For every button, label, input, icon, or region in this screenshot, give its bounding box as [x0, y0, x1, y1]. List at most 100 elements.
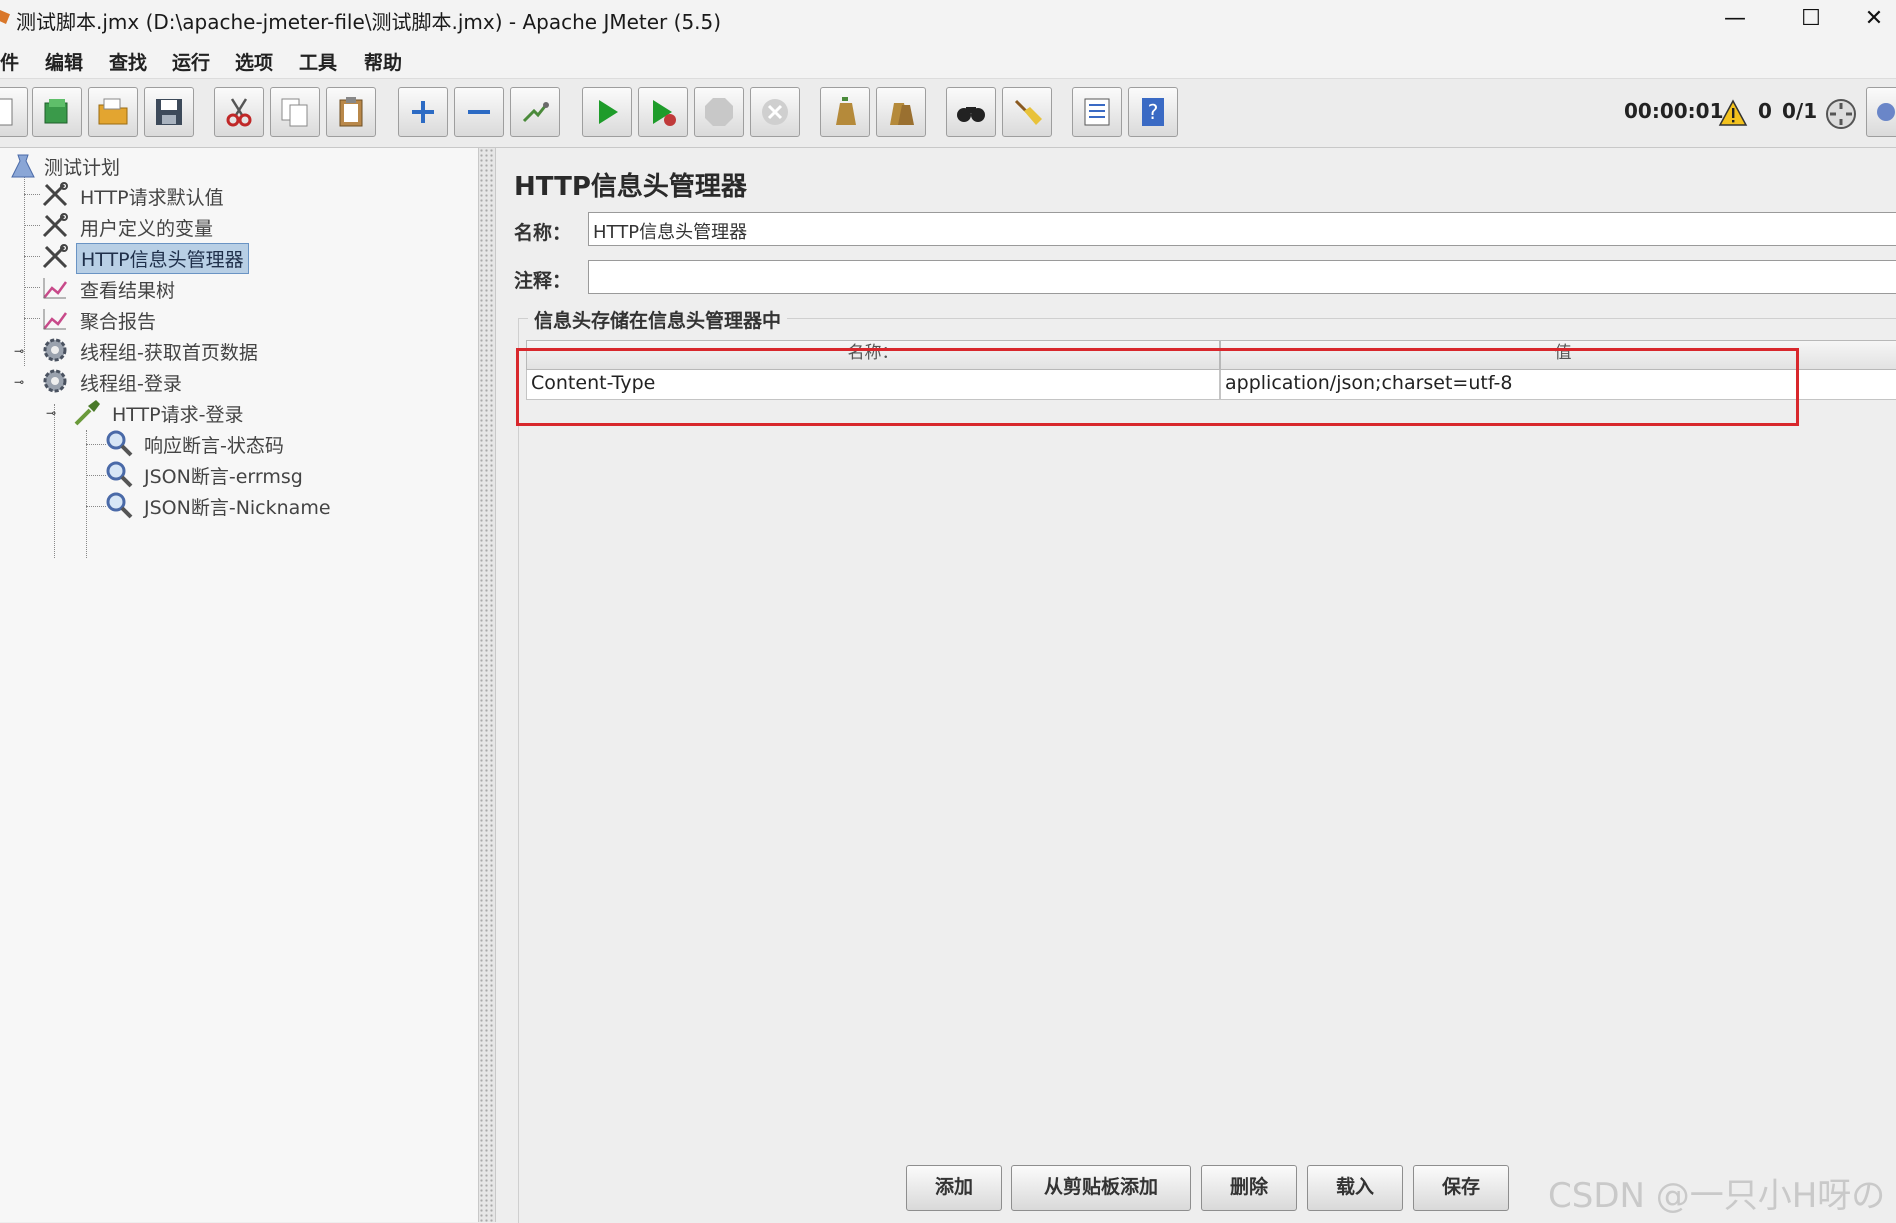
headers-group-title: 信息头存储在信息头管理器中 — [528, 306, 788, 333]
stop-icon — [705, 98, 733, 126]
cut-icon — [226, 98, 252, 127]
active-threads: 0/1 — [1782, 99, 1818, 123]
help-button[interactable]: ? — [1128, 87, 1178, 137]
log-viewer-button[interactable] — [1866, 87, 1896, 137]
copy-button[interactable] — [270, 87, 320, 137]
reset-search-icon — [1014, 99, 1042, 125]
expand-all-button[interactable] — [398, 87, 448, 137]
tree-node-label: 用户定义的变量 — [80, 218, 214, 240]
comment-input[interactable] — [588, 260, 1896, 294]
tree-node-label: HTTP请求默认值 — [80, 187, 224, 209]
tree-connector — [86, 444, 106, 445]
tree-connector — [24, 194, 40, 195]
load-button[interactable]: 载入 — [1307, 1165, 1403, 1211]
assertion-magnifier-icon — [106, 430, 133, 457]
collapse-all-button[interactable] — [454, 87, 504, 137]
tree-connector — [86, 506, 106, 507]
tree-node-label: 查看结果树 — [80, 280, 176, 302]
config-tool-icon — [42, 213, 68, 238]
copy-icon — [281, 98, 308, 127]
menu-bar: 件 编辑 查找 运行 选项 工具 帮助 — [0, 44, 1896, 79]
stop-button[interactable] — [694, 87, 744, 137]
menu-help[interactable]: 帮助 — [364, 48, 402, 75]
tree-node-label: HTTP信息头管理器 — [76, 243, 249, 274]
tree-connector — [24, 287, 40, 288]
test-plan-icon — [11, 154, 35, 178]
start-icon — [599, 100, 618, 124]
menu-options[interactable]: 选项 — [235, 48, 273, 75]
tree-node-label: 线程组-登录 — [80, 373, 182, 395]
new-icon — [0, 98, 13, 126]
reset-search-button[interactable] — [1002, 87, 1052, 137]
tree-connector — [24, 256, 40, 257]
elapsed-timer: 00:00:01 — [1624, 99, 1724, 123]
add-from-clipboard-button[interactable]: 从剪贴板添加 — [1011, 1165, 1191, 1211]
headers-group-box — [518, 318, 1896, 1223]
maximize-button[interactable]: ☐ — [1776, 0, 1846, 40]
name-input[interactable]: HTTP信息头管理器 — [588, 212, 1896, 246]
panel-title: HTTP信息头管理器 — [514, 172, 747, 202]
add-button[interactable]: 添加 — [906, 1165, 1002, 1211]
function-helper-icon — [1084, 98, 1110, 126]
panel-splitter[interactable] — [479, 148, 496, 1222]
window-title: 测试脚本.jmx (D:\apache-jmeter-file\测试脚本.jmx… — [16, 10, 722, 34]
comment-label: 注释： — [514, 270, 572, 292]
save-headers-button[interactable]: 保存 — [1413, 1165, 1509, 1211]
new-button[interactable] — [0, 87, 28, 137]
delete-button[interactable]: 删除 — [1201, 1165, 1297, 1211]
tree-expand-toggle[interactable]: ⊸ — [14, 345, 24, 357]
cut-button[interactable] — [214, 87, 264, 137]
config-tool-icon — [42, 244, 68, 269]
function-helper-button[interactable] — [1072, 87, 1122, 137]
sampler-pipette-icon — [74, 400, 100, 426]
menu-search[interactable]: 查找 — [109, 48, 147, 75]
clear-all-button[interactable] — [876, 87, 926, 137]
minimize-button[interactable]: — — [1700, 0, 1770, 40]
clear-icon — [836, 97, 856, 125]
templates-button[interactable] — [32, 87, 82, 137]
start-no-pauses-button[interactable] — [638, 87, 688, 137]
warning-icon[interactable] — [1718, 99, 1748, 127]
tree-node-label: JSON断言-Nickname — [144, 497, 331, 519]
start-button[interactable] — [582, 87, 632, 137]
paste-button[interactable] — [326, 87, 376, 137]
tree-collapse-toggle[interactable]: ⊸ — [46, 407, 56, 419]
highlight-annotation-box — [516, 348, 1799, 426]
menu-edit[interactable]: 编辑 — [45, 48, 83, 75]
open-button[interactable] — [88, 87, 138, 137]
toolbar: ? 00:00:01 0 0/1 — [0, 79, 1896, 148]
tree-node-label: JSON断言-errmsg — [144, 466, 303, 488]
shutdown-button[interactable] — [750, 87, 800, 137]
search-button[interactable] — [946, 87, 996, 137]
tree-node-label: 响应断言-状态码 — [144, 435, 284, 457]
assertion-magnifier-icon — [106, 461, 133, 488]
warning-count: 0 — [1758, 99, 1772, 123]
expand-icon — [412, 101, 434, 123]
tree-connector — [24, 318, 40, 319]
close-button[interactable]: ✕ — [1852, 0, 1896, 40]
tree-collapse-toggle[interactable]: ⊸ — [14, 376, 24, 388]
test-plan-tree: 测试计划 HTTP请求默认值 用户定义的变量 HTTP信息头管理器 查看结果树 … — [0, 148, 479, 1222]
thread-group-gear-icon — [43, 338, 67, 362]
tree-connector — [86, 475, 106, 476]
collapse-icon — [468, 110, 490, 114]
tree-connector — [54, 404, 55, 558]
listener-chart-icon — [43, 278, 68, 299]
header-manager-panel: HTTP信息头管理器 名称： HTTP信息头管理器 注释： 信息头存储在信息头管… — [496, 148, 1896, 1223]
templates-icon — [44, 99, 68, 124]
tree-connector — [24, 225, 40, 226]
name-label: 名称： — [514, 222, 572, 244]
menu-run[interactable]: 运行 — [172, 48, 210, 75]
clear-button[interactable] — [820, 87, 870, 137]
svg-text:?: ? — [1148, 100, 1159, 124]
toggle-button[interactable] — [510, 87, 560, 137]
thread-group-gear-icon — [43, 369, 67, 393]
jmeter-app-icon — [0, 10, 10, 24]
clear-all-icon — [890, 103, 914, 125]
help-icon: ? — [1142, 98, 1164, 126]
menu-file[interactable]: 件 — [0, 48, 19, 75]
tree-node-label: HTTP请求-登录 — [112, 404, 244, 426]
menu-tools[interactable]: 工具 — [299, 48, 337, 75]
save-button[interactable] — [144, 87, 194, 137]
save-icon — [156, 99, 182, 125]
